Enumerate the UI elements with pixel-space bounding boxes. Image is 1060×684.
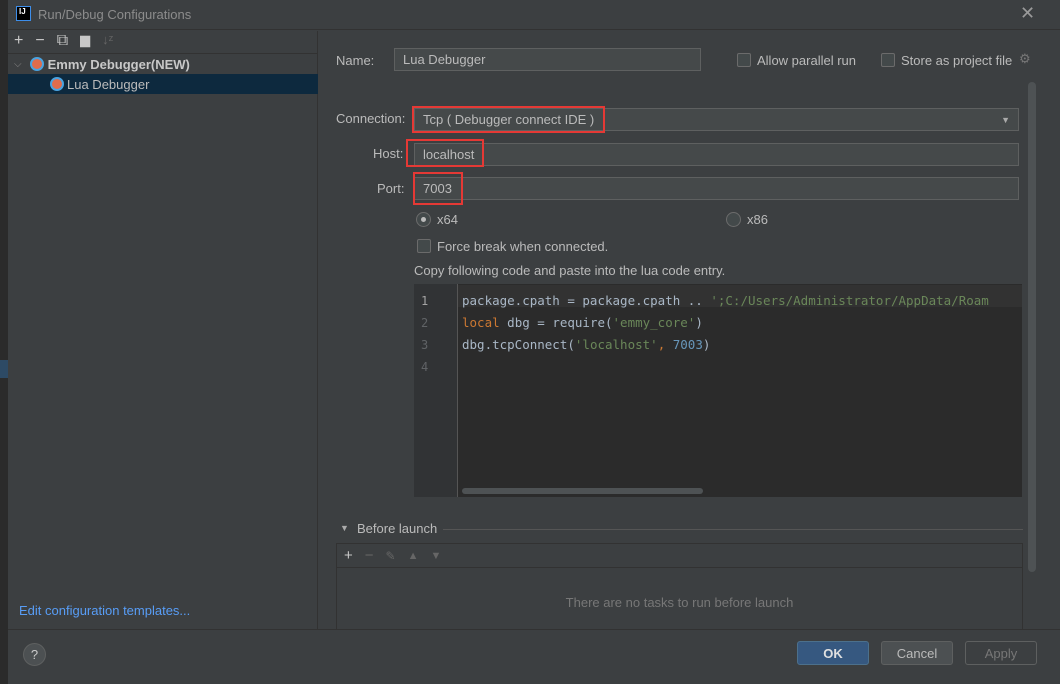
copy-hint: Copy following code and paste into the l… [414, 263, 726, 278]
new-folder-icon[interactable]: ▆ [80, 32, 90, 50]
x64-label: x64 [437, 212, 458, 227]
window-title: Run/Debug Configurations [38, 7, 192, 22]
force-break-label: Force break when connected. [437, 239, 609, 254]
copy-icon[interactable]: ⧉ [57, 32, 68, 50]
remove-task-icon[interactable]: − [365, 547, 374, 564]
move-up-icon[interactable]: ▲ [408, 550, 419, 562]
sort-icon[interactable]: ↓ᶻ [102, 32, 113, 50]
highlight-box [412, 106, 605, 133]
x64-radio[interactable] [416, 212, 431, 227]
before-launch-title: Before launch [357, 521, 438, 536]
move-down-icon[interactable]: ▼ [430, 550, 441, 562]
vertical-scrollbar[interactable] [1028, 82, 1036, 572]
line-number: 2 [421, 316, 429, 330]
chevron-down-icon[interactable]: ⌵ [14, 59, 22, 70]
add-task-icon[interactable]: + [344, 547, 353, 564]
gear-icon[interactable]: ⚙ [1019, 51, 1031, 67]
host-label: Host: [373, 146, 404, 161]
close-icon[interactable]: ✕ [1020, 3, 1035, 24]
port-input[interactable]: 7003 [414, 177, 1019, 200]
x86-label: x86 [747, 212, 768, 227]
edit-task-icon[interactable]: ✎ [386, 549, 396, 563]
before-launch-panel: + − ✎ ▲ ▼ There are no tasks to run befo… [336, 543, 1023, 633]
empty-tasks-text: There are no tasks to run before launch [565, 595, 794, 610]
apply-button[interactable]: Apply [965, 641, 1037, 665]
x86-radio[interactable] [726, 212, 741, 227]
highlight-box [406, 139, 484, 167]
line-number: 3 [421, 338, 429, 352]
connection-label: Connection: [336, 111, 406, 126]
code-editor[interactable]: 1 2 3 4 package.cpath = package.cpath ..… [414, 284, 1022, 497]
code-line: dbg.tcpConnect('localhost', 7003) [462, 337, 711, 352]
name-label: Name: [336, 53, 375, 68]
edit-templates-link[interactable]: Edit configuration templates... [19, 603, 190, 618]
cancel-button[interactable]: Cancel [881, 641, 953, 665]
highlight-box [413, 172, 463, 205]
add-icon[interactable]: + [14, 32, 23, 50]
store-project-checkbox[interactable] [881, 53, 895, 67]
tree-item-label: Lua Debugger [67, 76, 150, 92]
line-number: 1 [421, 294, 429, 308]
dropdown-arrow-icon[interactable]: ▼ [1001, 115, 1010, 125]
store-project-label: Store as project file [901, 53, 1013, 68]
horizontal-scrollbar[interactable] [462, 488, 703, 494]
intellij-logo-icon: IJ [16, 6, 31, 21]
lua-debugger-icon [50, 77, 64, 91]
name-input[interactable]: Lua Debugger [394, 48, 701, 71]
remove-icon[interactable]: − [35, 32, 44, 50]
code-line: local dbg = require('emmy_core') [462, 315, 703, 330]
tree-item-label: Emmy Debugger(NEW) [47, 56, 190, 72]
emmy-debugger-icon [29, 57, 44, 71]
sidebar: + − ⧉ ▆ ↓ᶻ ⌵ Emmy Debugger(NEW) Lua Debu… [8, 31, 318, 630]
ok-button[interactable]: OK [797, 641, 869, 665]
force-break-checkbox[interactable] [417, 239, 431, 253]
tree-item-emmy-debugger[interactable]: ⌵ Emmy Debugger(NEW) [8, 54, 318, 74]
collapse-triangle-icon[interactable]: ▼ [340, 523, 349, 533]
host-input[interactable]: localhost [414, 143, 1019, 166]
help-button[interactable]: ? [23, 643, 46, 666]
tree-item-lua-debugger[interactable]: Lua Debugger [8, 74, 318, 94]
line-number: 4 [421, 360, 429, 374]
background-highlight [0, 360, 8, 378]
allow-parallel-label: Allow parallel run [757, 53, 856, 68]
title-bar: IJ Run/Debug Configurations ✕ [8, 0, 1060, 30]
code-line: package.cpath = package.cpath .. ';C:/Us… [462, 293, 989, 308]
allow-parallel-checkbox[interactable] [737, 53, 751, 67]
port-label: Port: [377, 181, 405, 196]
